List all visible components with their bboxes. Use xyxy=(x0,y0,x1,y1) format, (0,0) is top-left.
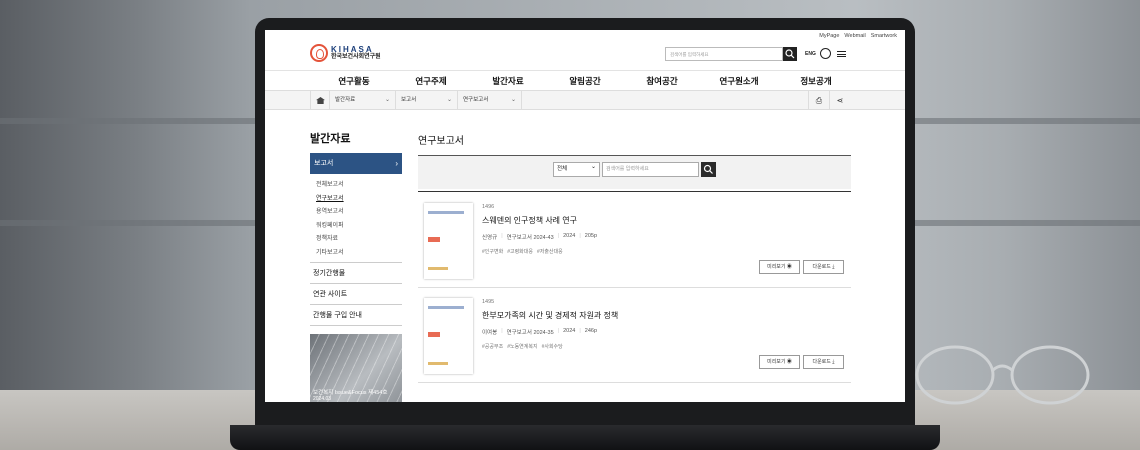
download-icon: ⤓ xyxy=(832,359,835,365)
laptop-frame: MyPage Webmail Smartwork KIHASA 한국보건사회연구… xyxy=(255,18,915,438)
smartwork-link[interactable]: Smartwork xyxy=(871,33,897,39)
eye-icon: ◉ xyxy=(786,359,792,365)
report-series: 연구보고서 2024-35 xyxy=(506,330,554,336)
browser-screen: MyPage Webmail Smartwork KIHASA 한국보건사회연구… xyxy=(265,30,905,402)
gnb-participation[interactable]: 참여공간 xyxy=(624,71,701,90)
menu-icon[interactable] xyxy=(837,51,846,57)
sidebar-item-reports[interactable]: 보고서 xyxy=(310,153,402,174)
sidebar-item-sites[interactable]: 연관 사이트 xyxy=(310,284,402,305)
report-author: 신영규 xyxy=(482,235,498,241)
issue-banner[interactable]: 보건복지 Issue&Focus 제454호 2024.03 xyxy=(310,334,402,402)
search-icon xyxy=(785,49,795,59)
sidebar-sub-policy[interactable]: 정책자료 xyxy=(316,233,344,247)
sidebar-sub-working[interactable]: 워킹페이퍼 xyxy=(316,220,344,234)
sidebar-sub-contract[interactable]: 용역보고서 xyxy=(316,206,344,220)
logo-en: KIHASA xyxy=(331,45,374,54)
sidebar-sub-etc[interactable]: 기타보고서 xyxy=(316,247,344,261)
search-icon xyxy=(703,164,713,174)
tag[interactable]: #공공부조 xyxy=(482,343,503,350)
site-logo[interactable]: KIHASA 한국보건사회연구원 xyxy=(310,44,381,62)
chevron-down-icon: ⌄ xyxy=(446,97,452,103)
main-navigation: 연구활동 연구주제 발간자료 알림공간 참여공간 연구원소개 정보공개 xyxy=(265,70,905,90)
gnb-about[interactable]: 연구원소개 xyxy=(701,71,778,90)
breadcrumb-level2[interactable]: 보고서 ⌄ xyxy=(396,91,458,110)
home-icon[interactable] xyxy=(310,91,330,110)
gnb-publications[interactable]: 발간자료 xyxy=(470,71,547,90)
glasses-icon xyxy=(915,345,1090,405)
print-icon[interactable]: ⎙ xyxy=(808,91,829,110)
breadcrumb-level3[interactable]: 연구보고서 ⌄ xyxy=(458,91,522,110)
report-year: 2024 xyxy=(563,233,576,239)
breadcrumb-label: 보고서 xyxy=(401,97,417,103)
sidebar-item-purchase[interactable]: 간행물 구입 안내 xyxy=(310,305,402,326)
tag[interactable]: #사회수당 xyxy=(542,343,563,350)
download-button[interactable]: 다운로드 ⤓ xyxy=(803,355,844,369)
user-icon[interactable] xyxy=(820,48,831,59)
laptop-base xyxy=(230,425,940,450)
list-item: 1495 한부모가족의 시간 및 경제적 자원과 정책 이여봉 | 연구보고서 2… xyxy=(418,288,851,383)
gnb-topics[interactable]: 연구주제 xyxy=(393,71,470,90)
download-icon: ⤓ xyxy=(832,264,835,270)
download-button[interactable]: 다운로드 ⤓ xyxy=(803,260,844,274)
report-meta: 이여봉 | 연구보고서 2024-35 | 2024 | 246p xyxy=(482,328,598,336)
preview-button[interactable]: 미리보기 ◉ xyxy=(759,355,800,369)
gnb-disclosure[interactable]: 정보공개 xyxy=(778,71,855,90)
tag[interactable]: #노동연계복지 xyxy=(507,343,537,350)
search-button[interactable] xyxy=(701,162,716,177)
tag[interactable]: #인구변화 xyxy=(482,248,503,255)
breadcrumb-level1[interactable]: 발간자료 ⌄ xyxy=(330,91,396,110)
breadcrumb-label: 연구보고서 xyxy=(463,97,489,103)
report-year: 2024 xyxy=(563,328,576,334)
search-input[interactable]: 검색어를 입력하세요 xyxy=(602,162,699,177)
chevron-down-icon: ⌄ xyxy=(384,97,390,103)
language-toggle[interactable]: ENG xyxy=(805,51,816,57)
divider xyxy=(418,191,851,192)
header-search-input[interactable]: 검색어를 입력하세요 xyxy=(665,47,783,61)
sidebar-sub-research[interactable]: 연구보고서 xyxy=(316,193,344,207)
report-tags: #인구변화 #고령화대응 #저출산대응 xyxy=(482,248,563,255)
sidebar-title: 발간자료 xyxy=(310,133,351,145)
report-author: 이여봉 xyxy=(482,330,498,336)
report-number: 1495 xyxy=(482,299,495,305)
report-tags: #공공부조 #노동연계복지 #사회수당 xyxy=(482,343,563,350)
logo-icon xyxy=(310,44,328,62)
report-pages: 205p xyxy=(584,233,598,239)
banner-title: 보건복지 Issue&Focus 제454호 xyxy=(313,390,388,396)
mypage-link[interactable]: MyPage xyxy=(819,33,839,39)
header-search-button[interactable] xyxy=(783,47,797,61)
report-pages: 246p xyxy=(584,328,598,334)
gnb-notices[interactable]: 알림공간 xyxy=(547,71,624,90)
banner-date: 2024.03 xyxy=(313,396,332,402)
breadcrumb-label: 발간자료 xyxy=(335,97,356,103)
chevron-down-icon: ⌄ xyxy=(510,97,516,103)
report-cover[interactable] xyxy=(424,298,473,374)
breadcrumb: 발간자료 ⌄ 보고서 ⌄ 연구보고서 ⌄ ⎙ ⋖ xyxy=(265,90,905,110)
report-meta: 신영규 | 연구보고서 2024-43 | 2024 | 205p xyxy=(482,233,598,241)
eye-icon: ◉ xyxy=(786,264,792,270)
search-select[interactable]: 전체 xyxy=(553,161,600,177)
logo-ko: 한국보건사회연구원 xyxy=(331,54,381,60)
tag[interactable]: #저출산대응 xyxy=(537,248,563,255)
top-links: MyPage Webmail Smartwork xyxy=(819,33,897,39)
sidebar-submenu: 전체보고서 연구보고서 용역보고서 워킹페이퍼 정책자료 기타보고서 xyxy=(316,179,344,261)
gnb-research[interactable]: 연구활동 xyxy=(316,71,393,90)
share-icon[interactable]: ⋖ xyxy=(829,91,850,110)
search-panel: 전체 검색어를 입력하세요 xyxy=(418,155,851,189)
sidebar-item-periodicals[interactable]: 정기간행물 xyxy=(310,263,402,284)
report-number: 1496 xyxy=(482,204,495,210)
sidebar-sub-all[interactable]: 전체보고서 xyxy=(316,179,344,193)
list-item: 1496 스웨덴의 인구정책 사례 연구 신영규 | 연구보고서 2024-43 |… xyxy=(418,193,851,288)
page-title: 연구보고서 xyxy=(418,136,464,147)
report-title[interactable]: 스웨덴의 인구정책 사례 연구 xyxy=(482,215,577,226)
report-series: 연구보고서 2024-43 xyxy=(506,235,554,241)
report-cover[interactable] xyxy=(424,203,473,279)
webmail-link[interactable]: Webmail xyxy=(844,33,865,39)
preview-button[interactable]: 미리보기 ◉ xyxy=(759,260,800,274)
report-title[interactable]: 한부모가족의 시간 및 경제적 자원과 정책 xyxy=(482,310,618,321)
tag[interactable]: #고령화대응 xyxy=(507,248,533,255)
